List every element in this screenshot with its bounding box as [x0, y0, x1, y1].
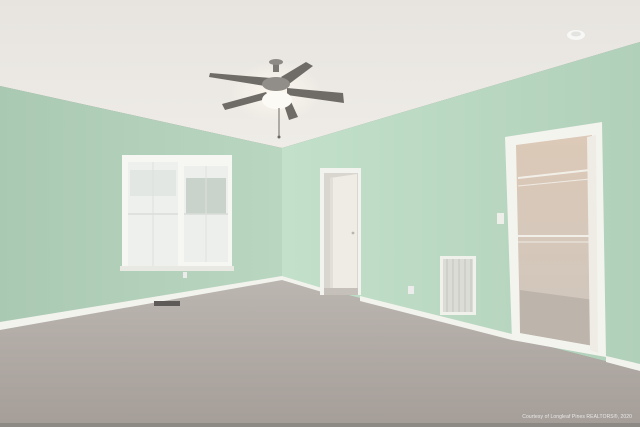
window — [120, 155, 234, 271]
light-switch — [497, 213, 504, 224]
wall-outlet-right — [408, 286, 414, 294]
smoke-detector — [567, 30, 585, 40]
room-illustration — [0, 0, 640, 423]
closet-doorway — [505, 122, 606, 357]
floor-vent-left — [154, 301, 180, 306]
center-doorway — [320, 168, 361, 295]
wall-outlet-left — [183, 272, 187, 278]
return-air-vent — [440, 256, 476, 315]
photo-watermark: Courtesy of Longleaf Pines REALTORS®, 20… — [522, 414, 632, 420]
room-photo: Courtesy of Longleaf Pines REALTORS®, 20… — [0, 0, 640, 423]
